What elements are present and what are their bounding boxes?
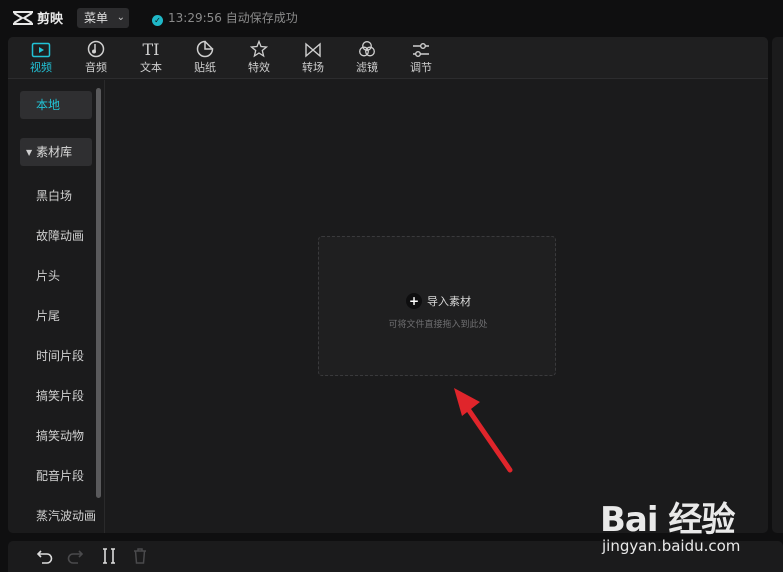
watermark-url: jingyan.baidu.com <box>602 537 741 555</box>
transition-icon <box>291 39 335 61</box>
sidebar-item-time-clips[interactable]: 时间片段 <box>36 347 84 364</box>
effects-icon <box>237 39 281 61</box>
tab-filter[interactable]: 滤镜 <box>345 39 389 79</box>
video-icon <box>19 39 63 61</box>
sidebar-item-funny-clips[interactable]: 搞笑片段 <box>36 387 84 404</box>
status-text: 自动保存成功 <box>225 11 298 25</box>
undo-icon[interactable] <box>36 547 54 565</box>
import-button[interactable]: + 导入素材 <box>406 293 471 309</box>
caret-down-icon: ▼ <box>26 148 33 157</box>
redo-icon[interactable] <box>66 547 84 565</box>
sidebar-item-dubbing-clips[interactable]: 配音片段 <box>36 467 84 484</box>
sidebar-item-vaporwave[interactable]: 蒸汽波动画 <box>36 507 96 524</box>
text-icon: TI <box>142 40 160 59</box>
title-bar: 剪映 菜单 ⌄ ✓ 13:29:56 自动保存成功 <box>0 0 783 36</box>
sidebar-item-funny-animals[interactable]: 搞笑动物 <box>36 427 84 444</box>
tab-label: 特效 <box>248 61 270 74</box>
tab-label: 音频 <box>85 61 107 74</box>
annotation-arrow-icon <box>454 388 513 473</box>
menu-button[interactable]: 菜单 ⌄ <box>77 8 129 28</box>
tab-transition[interactable]: 转场 <box>291 39 335 79</box>
import-hint: 可将文件直接拖入到此处 <box>388 320 488 330</box>
check-circle-icon: ✓ <box>152 15 163 26</box>
tab-label: 调节 <box>410 61 432 74</box>
watermark-brand: Bai 经验 <box>600 500 735 540</box>
tab-effects[interactable]: 特效 <box>237 39 281 79</box>
tab-label: 转场 <box>302 61 324 74</box>
plus-icon: + <box>406 293 422 309</box>
tab-label: 文本 <box>140 61 162 74</box>
sidebar-item-library[interactable]: ▼ 素材库 <box>20 138 92 166</box>
right-panel-edge <box>772 37 783 533</box>
media-panel: 视频 音频 TI 文本 贴纸 特效 转场 滤镜 调节 本地 ▼ 素材库 黑白场 … <box>8 37 768 533</box>
sidebar-item-local[interactable]: 本地 <box>20 91 92 119</box>
capcut-logo-icon <box>13 11 33 25</box>
sidebar-item-label: 素材库 <box>36 145 73 159</box>
sidebar-item-intro[interactable]: 片头 <box>36 267 60 284</box>
tab-label: 贴纸 <box>194 61 216 74</box>
split-icon[interactable] <box>100 547 118 565</box>
import-dropzone[interactable]: + 导入素材 可将文件直接拖入到此处 <box>318 236 556 376</box>
media-toolbar: 视频 音频 TI 文本 贴纸 特效 转场 滤镜 调节 <box>8 37 768 79</box>
sticker-icon <box>183 39 227 61</box>
sidebar-item-black-white[interactable]: 黑白场 <box>36 187 72 204</box>
app-name: 剪映 <box>37 12 64 27</box>
category-sidebar: 本地 ▼ 素材库 黑白场 故障动画 片头 片尾 时间片段 搞笑片段 搞笑动物 配音… <box>8 80 105 533</box>
tab-text[interactable]: TI 文本 <box>129 39 173 79</box>
menu-label: 菜单 <box>84 11 109 25</box>
tab-audio[interactable]: 音频 <box>74 39 118 79</box>
sidebar-item-glitch-animation[interactable]: 故障动画 <box>36 227 84 244</box>
adjust-icon <box>399 39 443 61</box>
tab-adjust[interactable]: 调节 <box>399 39 443 79</box>
sidebar-scrollbar[interactable] <box>96 88 101 498</box>
tab-video[interactable]: 视频 <box>19 39 63 79</box>
delete-icon[interactable] <box>131 547 149 565</box>
import-label: 导入素材 <box>427 295 471 308</box>
autosave-status: ✓ 13:29:56 自动保存成功 <box>152 10 298 26</box>
sidebar-item-outro[interactable]: 片尾 <box>36 307 60 324</box>
baidu-jingyan-watermark: Bai 经验 jingyan.baidu.com <box>596 486 756 558</box>
tab-sticker[interactable]: 贴纸 <box>183 39 227 79</box>
status-time: 13:29:56 <box>168 11 222 25</box>
audio-icon <box>74 39 118 61</box>
tab-label: 视频 <box>30 61 52 74</box>
filter-icon <box>345 39 389 61</box>
chevron-down-icon: ⌄ <box>116 12 125 23</box>
tab-label: 滤镜 <box>356 61 378 74</box>
